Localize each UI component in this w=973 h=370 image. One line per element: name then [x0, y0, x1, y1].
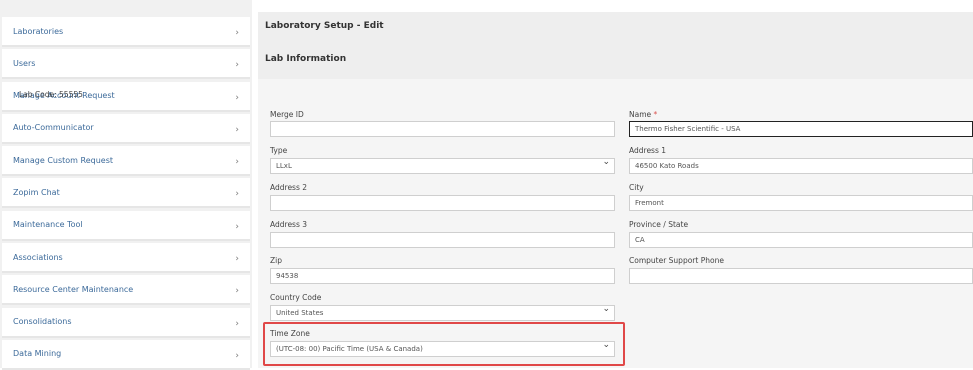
chevron-right-icon: › — [235, 157, 239, 168]
sidebar-item-label: Resource Center Maintenance — [13, 284, 134, 294]
city-input[interactable]: Fremont — [629, 195, 973, 211]
merge-id-label: Merge ID — [270, 110, 304, 119]
sidebar-item-label: Users — [13, 58, 36, 68]
address2-label: Address 2 — [270, 183, 308, 192]
sidebar-item-label: Consolidations — [13, 317, 72, 327]
sidebar-item-label: Laboratories — [13, 26, 64, 36]
name-label: Name * — [629, 110, 657, 119]
sidebar-item-label: Manage Custom Request — [13, 155, 114, 165]
sidebar-item-label: Maintenance Tool — [13, 220, 83, 230]
name-label-text: Name — [629, 110, 652, 119]
type-select[interactable]: LLxL — [270, 158, 615, 174]
sidebar-item-data-mining[interactable]: Data Mining › — [2, 339, 250, 370]
chevron-right-icon: › — [235, 254, 239, 265]
address1-label: Address 1 — [629, 146, 667, 155]
sidebar-item-auto-communicator[interactable]: Auto-Communicator › — [2, 113, 250, 144]
section-title: Lab Information — [265, 54, 347, 64]
address3-input[interactable] — [270, 232, 615, 248]
merge-id-input[interactable] — [270, 121, 615, 137]
city-label: City — [629, 183, 644, 192]
address1-input[interactable]: 46500 Kato Roads — [629, 158, 973, 174]
sidebar-item-users[interactable]: Users › — [2, 49, 250, 80]
type-label: Type — [270, 146, 288, 155]
sidebar-nav: Laboratories › Users › Manage Account Re… — [0, 0, 252, 370]
chevron-right-icon: › — [235, 221, 239, 232]
support-phone-input[interactable] — [629, 268, 973, 284]
country-value: United States — [276, 309, 324, 317]
chevron-right-icon: › — [235, 286, 239, 297]
chevron-right-icon: › — [235, 92, 239, 103]
required-mark: * — [653, 110, 658, 119]
sidebar-item-manage-custom-request[interactable]: Manage Custom Request › — [2, 146, 250, 177]
sidebar-item-resource-center-maintenance[interactable]: Resource Center Maintenance › — [2, 275, 250, 306]
sidebar-item-laboratories[interactable]: Laboratories › — [2, 17, 250, 47]
chevron-right-icon: › — [235, 189, 239, 200]
lab-code: Lab Code: 55555 — [19, 90, 83, 99]
name-input[interactable]: Thermo Fisher Scientific - USA — [629, 121, 973, 137]
country-label: Country Code — [270, 293, 322, 302]
sidebar-item-label: Zopim Chat — [13, 187, 60, 197]
zip-label: Zip — [270, 256, 282, 265]
sidebar-item-zopim-chat[interactable]: Zopim Chat › — [2, 178, 250, 209]
chevron-right-icon: › — [235, 28, 239, 38]
sidebar-item-consolidations[interactable]: Consolidations › — [2, 307, 250, 338]
sidebar-item-label: Data Mining — [13, 349, 62, 359]
page-title: Laboratory Setup - Edit — [265, 21, 384, 31]
sidebar-item-associations[interactable]: Associations › — [2, 243, 250, 274]
type-value: LLxL — [276, 162, 292, 170]
chevron-right-icon: › — [235, 124, 239, 135]
province-label: Province / State — [629, 220, 689, 229]
province-input[interactable]: CA — [629, 232, 973, 248]
chevron-right-icon: › — [235, 350, 239, 361]
address3-label: Address 3 — [270, 220, 308, 229]
address2-input[interactable] — [270, 195, 615, 211]
sidebar-item-maintenance-tool[interactable]: Maintenance Tool › — [2, 210, 250, 241]
sidebar-item-label: Associations — [13, 252, 63, 262]
zip-input[interactable]: 94538 — [270, 268, 615, 284]
support-phone-label: Computer Support Phone — [629, 256, 724, 265]
highlight-box — [263, 322, 625, 366]
sidebar-item-label: Auto-Communicator — [13, 123, 94, 133]
chevron-right-icon: › — [235, 318, 239, 329]
chevron-right-icon: › — [235, 60, 239, 71]
country-select[interactable]: United States — [270, 305, 615, 321]
